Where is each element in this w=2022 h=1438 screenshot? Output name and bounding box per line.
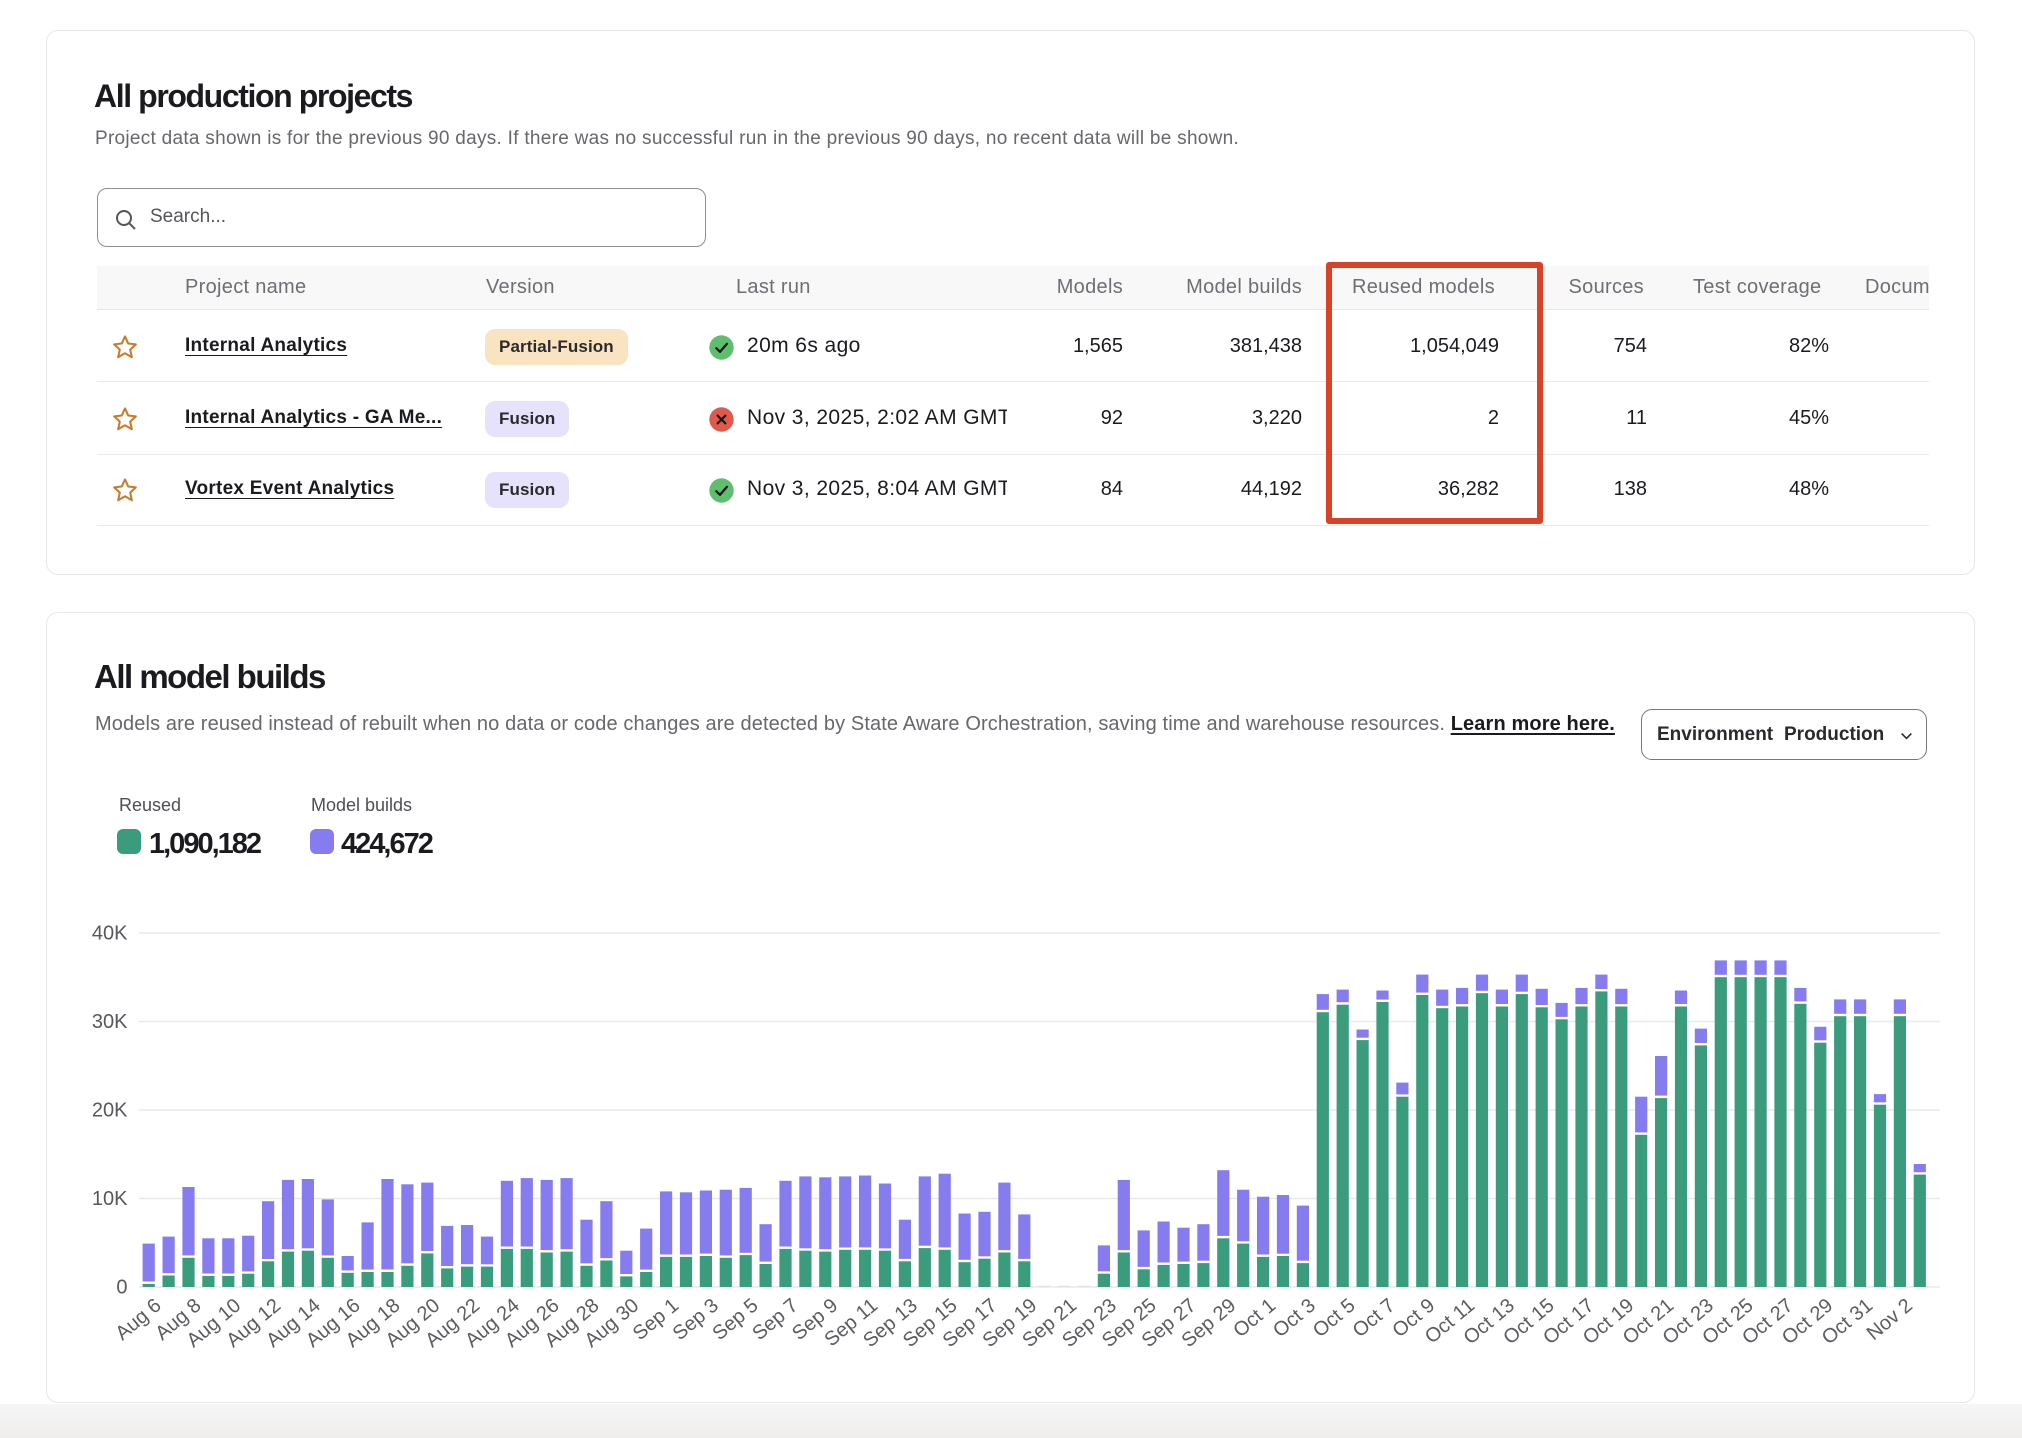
svg-text:Nov 2: Nov 2 — [1863, 1294, 1917, 1344]
svg-text:Sep 1: Sep 1 — [629, 1294, 683, 1344]
svg-text:Sep 3: Sep 3 — [669, 1294, 723, 1344]
svg-text:30K: 30K — [92, 1011, 128, 1033]
svg-text:0: 0 — [116, 1277, 127, 1299]
svg-text:Oct 1: Oct 1 — [1229, 1294, 1280, 1342]
svg-text:20K: 20K — [92, 1100, 128, 1122]
svg-text:10K: 10K — [92, 1188, 128, 1210]
svg-text:Aug 6: Aug 6 — [111, 1294, 165, 1344]
svg-text:40K: 40K — [92, 923, 128, 945]
svg-text:Oct 5: Oct 5 — [1309, 1294, 1360, 1342]
svg-text:Oct 7: Oct 7 — [1349, 1294, 1400, 1342]
svg-text:Oct 3: Oct 3 — [1269, 1294, 1320, 1342]
svg-text:Sep 5: Sep 5 — [708, 1294, 762, 1344]
svg-text:Sep 7: Sep 7 — [748, 1294, 802, 1344]
